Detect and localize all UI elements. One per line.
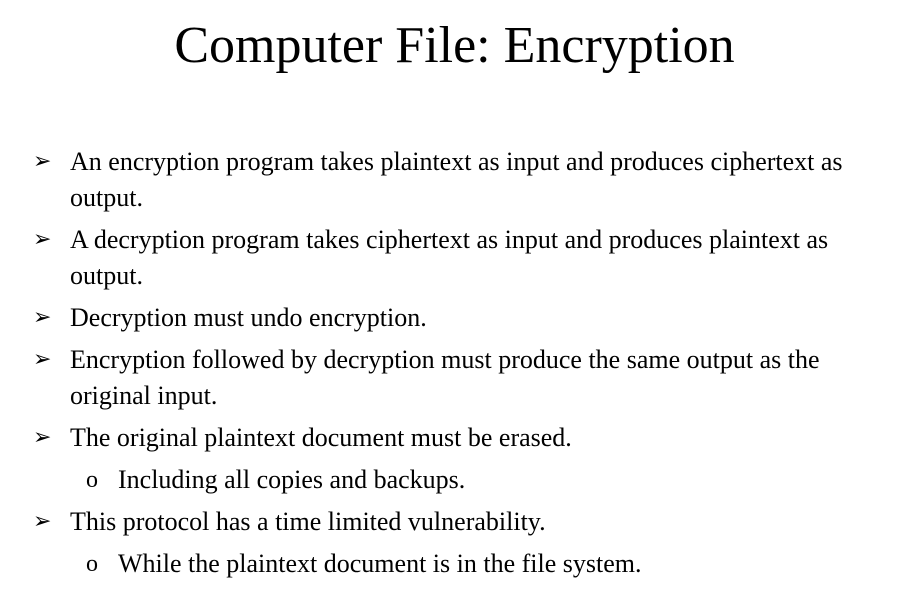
slide-title: Computer File: Encryption (174, 17, 735, 74)
arrowhead-bullet-icon: ➢ (33, 227, 52, 252)
sub-bullet-item: o Including all copies and backups. (0, 462, 909, 498)
slide: Computer File: Encryption ➢ An encryptio… (0, 0, 909, 593)
bullet-item: ➢ This protocol has a time limited vulne… (0, 504, 909, 540)
bullet-item: ➢ Encryption followed by decryption must… (0, 342, 909, 414)
bullet-item: ➢ Decryption must undo encryption. (0, 300, 909, 336)
sub-bullet-text: Including all copies and backups. (118, 465, 466, 494)
sub-bullet-item: o While the plaintext document is in the… (0, 546, 909, 582)
bullet-list: ➢ An encryption program takes plaintext … (0, 144, 909, 588)
arrowhead-bullet-icon: ➢ (33, 347, 52, 372)
bullet-text: Encryption followed by decryption must p… (70, 345, 820, 410)
bullet-item: ➢ The original plaintext document must b… (0, 420, 909, 456)
arrowhead-bullet-icon: ➢ (33, 305, 52, 330)
arrowhead-bullet-icon: ➢ (33, 509, 52, 534)
arrowhead-bullet-icon: ➢ (33, 149, 52, 174)
bullet-text: Decryption must undo encryption. (70, 303, 427, 332)
arrowhead-bullet-icon: ➢ (33, 425, 52, 450)
sub-bullet-text: While the plaintext document is in the f… (118, 549, 642, 578)
circle-bullet-icon: o (86, 467, 98, 493)
bullet-text: An encryption program takes plaintext as… (70, 147, 843, 212)
bullet-text: A decryption program takes ciphertext as… (70, 225, 829, 290)
bullet-text: This protocol has a time limited vulnera… (70, 507, 546, 536)
bullet-item: ➢ A decryption program takes ciphertext … (0, 222, 909, 294)
circle-bullet-icon: o (86, 551, 98, 577)
bullet-text: The original plaintext document must be … (70, 423, 572, 452)
bullet-item: ➢ An encryption program takes plaintext … (0, 144, 909, 216)
